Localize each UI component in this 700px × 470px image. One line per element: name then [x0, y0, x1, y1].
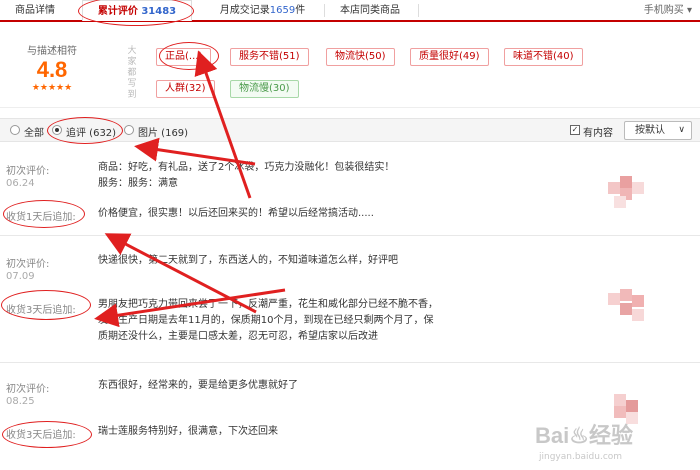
arrow-icon — [134, 137, 256, 166]
arrow-icon — [194, 50, 252, 199]
arrow-icon — [94, 288, 286, 328]
watermark-url: jingyan.baidu.com — [539, 452, 623, 462]
baidu-watermark: Bai♨经验 jingyan.baidu.com — [535, 418, 695, 468]
arrow-icon — [104, 233, 257, 314]
watermark-logo: Bai♨经验 — [535, 423, 633, 448]
annotation-arrows — [94, 50, 286, 328]
